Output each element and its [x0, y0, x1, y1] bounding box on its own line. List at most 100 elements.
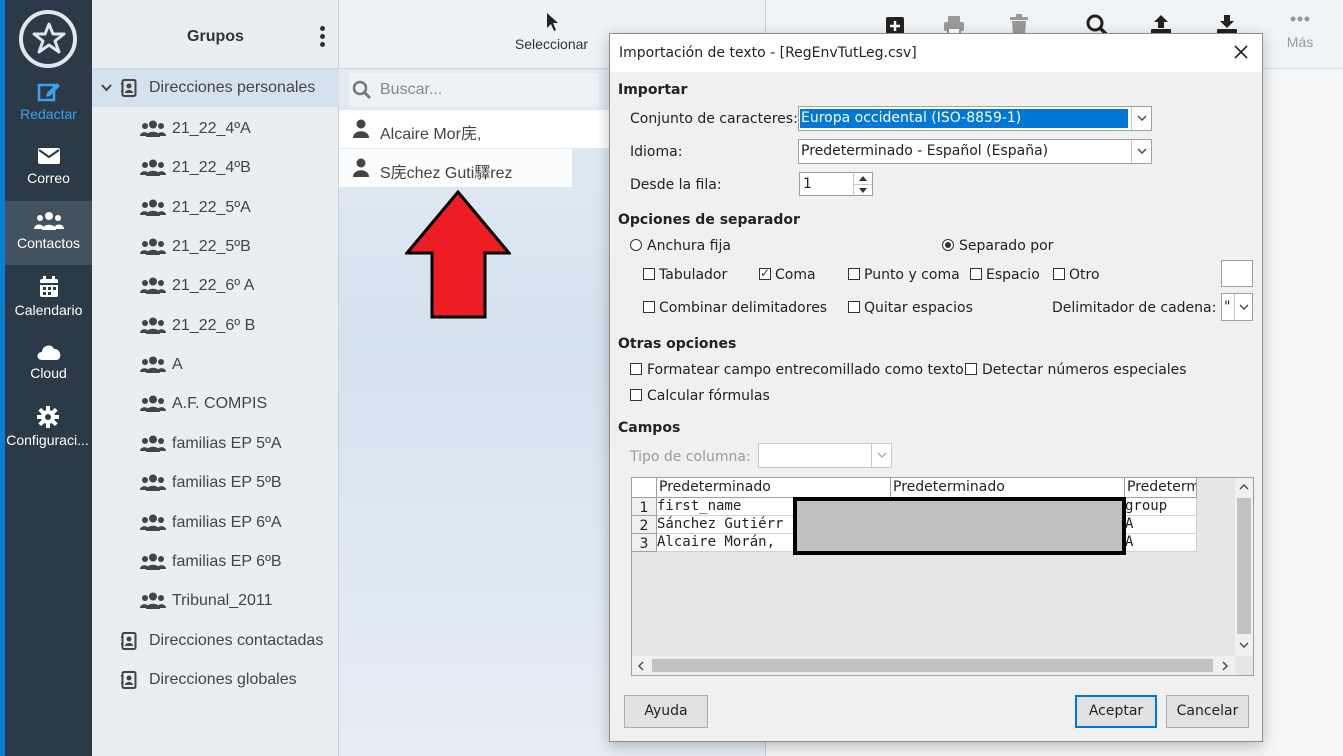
nav-calendar[interactable]: Calendario	[5, 266, 92, 330]
semicolon-label: Punto y coma	[864, 267, 960, 283]
gear-icon	[36, 406, 59, 428]
scroll-right-icon[interactable]	[1222, 661, 1228, 671]
string-delimiter-select[interactable]: "	[1221, 293, 1253, 321]
group-item[interactable]: familias EP 5ºA	[92, 425, 339, 463]
vertical-scroll-thumb[interactable]	[1237, 498, 1251, 634]
charset-label: Conjunto de caracteres:	[630, 111, 798, 127]
groups-panel: Grupos Direcciones personales 21_22_4ºA …	[92, 0, 339, 756]
help-button[interactable]: Ayuda	[624, 695, 708, 728]
language-select[interactable]: Predeterminado - Español (España)	[798, 139, 1152, 164]
space-checkbox[interactable]	[970, 268, 982, 280]
group-item[interactable]: Tribunal_2011	[92, 582, 339, 620]
group-item[interactable]: 21_22_4ºB	[92, 149, 339, 187]
group-icon	[140, 553, 166, 570]
grid-column-header[interactable]: Predeterm	[1125, 478, 1197, 498]
string-delimiter-value: "	[1224, 299, 1231, 315]
group-item[interactable]: 21_22_4ºA	[92, 110, 339, 148]
semicolon-checkbox[interactable]	[848, 268, 860, 280]
horizontal-scroll-thumb[interactable]	[652, 659, 1213, 672]
charset-select[interactable]: Europa occidental (ISO-8859-1)	[798, 106, 1152, 131]
contact-row[interactable]: S庑chez Guti驛rez	[339, 149, 572, 187]
search-icon	[352, 80, 372, 100]
nav-compose[interactable]: Redactar	[5, 70, 92, 134]
vertical-scrollbar[interactable]	[1235, 478, 1253, 656]
group-icon	[140, 395, 166, 412]
close-icon[interactable]	[1231, 42, 1251, 62]
group-item[interactable]: familias EP 6ºB	[92, 543, 339, 581]
chevron-down-icon[interactable]	[101, 84, 112, 92]
tab-checkbox[interactable]	[643, 268, 655, 280]
charset-dropdown[interactable]	[1131, 107, 1151, 130]
from-row-spinner[interactable]: 1	[799, 172, 873, 196]
comma-checkbox[interactable]	[759, 266, 771, 280]
fields-section-title: Campos	[618, 420, 681, 436]
spin-up-icon[interactable]	[854, 173, 872, 184]
scroll-left-icon[interactable]	[638, 661, 644, 671]
group-item[interactable]: 21_22_5ºA	[92, 189, 339, 227]
scroll-up-icon[interactable]	[1239, 484, 1249, 490]
more-button[interactable]: Más	[1280, 16, 1320, 50]
merge-delimiters-checkbox[interactable]	[643, 301, 655, 313]
chevron-down-icon	[877, 452, 887, 458]
scroll-down-icon[interactable]	[1239, 642, 1249, 648]
preview-grid[interactable]: Predeterminado Predeterminado Predeterm …	[631, 477, 1254, 676]
address-book-personal[interactable]: Direcciones personales	[92, 69, 339, 107]
red-arrow-annotation	[405, 190, 511, 319]
nav-mail[interactable]: Correo	[5, 136, 92, 200]
address-book-global[interactable]: Direcciones globales	[92, 661, 339, 699]
group-item[interactable]: A	[92, 346, 339, 384]
other-checkbox[interactable]	[1053, 268, 1065, 280]
import-section-title: Importar	[618, 82, 688, 98]
fixed-width-label: Anchura fija	[647, 238, 731, 254]
select-label: Seleccionar	[514, 36, 589, 52]
group-icon	[140, 238, 166, 255]
cloud-icon	[37, 345, 60, 360]
search-box[interactable]: Buscar...	[349, 73, 599, 107]
redaction-box	[793, 497, 1126, 555]
group-item[interactable]: 21_22_6º A	[92, 267, 339, 305]
groups-menu-icon[interactable]	[318, 26, 326, 48]
fixed-width-radio[interactable]	[630, 239, 642, 251]
formulas-checkbox[interactable]	[630, 389, 642, 401]
column-type-select[interactable]	[758, 443, 892, 468]
nav-settings[interactable]: Configuraci...	[3, 396, 92, 460]
contact-row[interactable]: Alcaire Mor庑,	[339, 110, 611, 148]
grid-column-header[interactable]: Predeterminado	[657, 478, 891, 498]
group-item[interactable]: 21_22_5ºB	[92, 228, 339, 266]
grid-column-header[interactable]: Predeterminado	[891, 478, 1125, 498]
string-delimiter-dropdown[interactable]	[1234, 294, 1252, 320]
ok-button[interactable]: Aceptar	[1075, 695, 1157, 728]
trim-spaces-checkbox[interactable]	[848, 301, 860, 313]
search-input[interactable]: Buscar...	[380, 81, 442, 99]
language-dropdown[interactable]	[1131, 140, 1151, 163]
star-logo-icon[interactable]	[19, 10, 77, 68]
chevron-down-icon	[1137, 148, 1147, 154]
separated-by-radio[interactable]	[942, 239, 954, 251]
group-item[interactable]: familias EP 6ºA	[92, 504, 339, 542]
group-icon	[140, 199, 166, 216]
group-item[interactable]: 21_22_6º B	[92, 307, 339, 345]
column-type-dropdown[interactable]	[871, 444, 891, 467]
spin-down-icon[interactable]	[854, 184, 872, 195]
group-item[interactable]: A.F. COMPIS	[92, 385, 339, 423]
other-options-section-title: Otras opciones	[618, 336, 737, 352]
grid-row-number: 2	[632, 516, 657, 534]
nav-cloud[interactable]: Cloud	[5, 331, 92, 395]
group-icon	[140, 592, 166, 609]
select-button[interactable]: Seleccionar	[509, 12, 594, 52]
group-label: 21_22_4ºA	[172, 120, 251, 137]
address-book-contacted[interactable]: Direcciones contactadas	[92, 622, 339, 660]
quoted-as-text-checkbox[interactable]	[630, 363, 642, 375]
nav-contacts[interactable]: Contactos	[5, 201, 92, 265]
contact-name: S庑chez Guti驛rez	[380, 165, 513, 182]
horizontal-scrollbar[interactable]	[632, 656, 1235, 675]
language-value: Predeterminado - Español (España)	[801, 143, 1049, 159]
group-item[interactable]: familias EP 5ºB	[92, 464, 339, 502]
cancel-button[interactable]: Cancelar	[1166, 695, 1249, 728]
contacts-icon	[33, 212, 64, 230]
compose-icon	[37, 83, 60, 102]
grid-cell: A	[1125, 534, 1197, 552]
nav-rail: Redactar Correo Contactos Calendario Clo…	[0, 0, 92, 756]
special-numbers-checkbox[interactable]	[965, 363, 977, 375]
other-input[interactable]	[1221, 260, 1253, 287]
